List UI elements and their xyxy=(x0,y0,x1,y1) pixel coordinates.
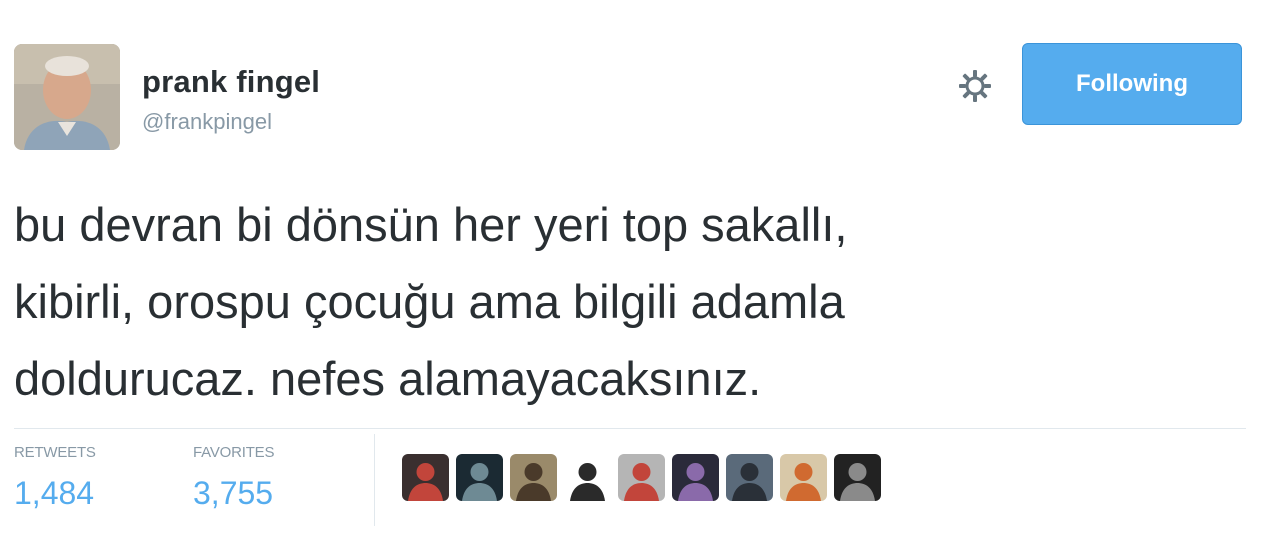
favorites-stat[interactable]: FAVORITES 3,755 xyxy=(193,444,274,512)
user-avatar-icon xyxy=(672,454,719,501)
favoriter-avatar[interactable] xyxy=(456,454,503,501)
favorites-label: FAVORITES xyxy=(193,444,275,461)
user-avatar-icon xyxy=(834,454,881,501)
retweets-label: RETWEETS xyxy=(14,444,96,461)
user-avatar-icon xyxy=(618,454,665,501)
favoriter-avatar[interactable] xyxy=(834,454,881,501)
profile-photo-icon xyxy=(14,44,120,150)
favoriter-avatar[interactable] xyxy=(402,454,449,501)
user-avatar-icon xyxy=(510,454,557,501)
favoriter-avatar[interactable] xyxy=(510,454,557,501)
user-avatar-icon xyxy=(564,454,611,501)
username-handle[interactable]: @frankpingel xyxy=(142,109,272,135)
favorites-count: 3,755 xyxy=(193,475,274,511)
gear-icon[interactable] xyxy=(955,66,995,106)
favoriters-list xyxy=(402,454,881,501)
favoriter-avatar[interactable] xyxy=(564,454,611,501)
retweets-stat[interactable]: RETWEETS 1,484 xyxy=(14,444,96,512)
favoriter-avatar[interactable] xyxy=(780,454,827,501)
following-button[interactable]: Following xyxy=(1022,43,1242,125)
user-avatar-icon xyxy=(780,454,827,501)
display-name[interactable]: prank fingel xyxy=(142,64,320,100)
stats-vertical-divider xyxy=(374,434,375,526)
user-avatar[interactable] xyxy=(14,44,120,150)
tweet-text: bu devran bi dönsün her yeri top sakallı… xyxy=(14,198,848,405)
stats-divider xyxy=(14,428,1246,429)
user-avatar-icon xyxy=(456,454,503,501)
user-avatar-icon xyxy=(402,454,449,501)
favoriter-avatar[interactable] xyxy=(726,454,773,501)
tweet-card: prank fingel @frankpingel Following bu d… xyxy=(0,0,1280,556)
user-avatar-icon xyxy=(726,454,773,501)
favoriter-avatar[interactable] xyxy=(618,454,665,501)
retweets-count: 1,484 xyxy=(14,475,95,511)
favoriter-avatar[interactable] xyxy=(672,454,719,501)
